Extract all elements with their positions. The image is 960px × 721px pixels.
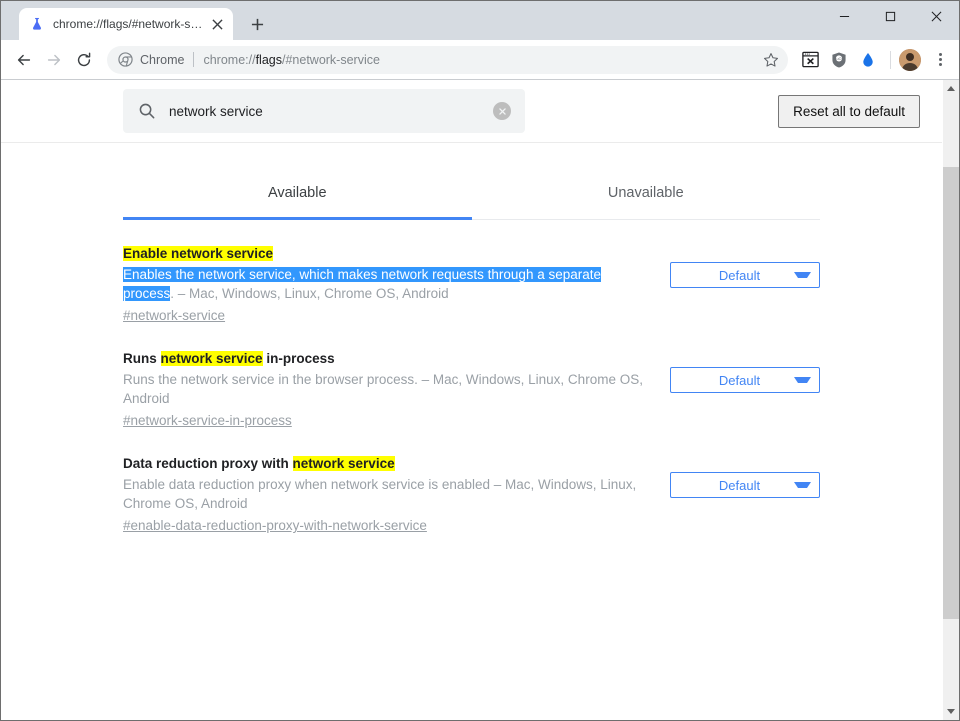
flag-description: Enables the network service, which makes… (123, 265, 648, 303)
scroll-down-button[interactable] (943, 703, 959, 720)
flag-permalink[interactable]: #enable-data-reduction-proxy-with-networ… (123, 516, 427, 535)
clear-search-icon[interactable] (493, 102, 511, 120)
menu-dot (939, 58, 942, 61)
browser-window: chrome://flags/#network-service (0, 0, 960, 721)
scrollbar-track[interactable] (943, 97, 959, 703)
browser-toolbar: Chrome chrome://flags/#network-service (1, 40, 959, 80)
flag-title-match: network service (161, 351, 263, 366)
back-button[interactable] (9, 45, 39, 75)
triangle-up-icon (947, 86, 955, 91)
url-text: chrome://flags/#network-service (203, 53, 758, 67)
flag-state-value: Default (671, 268, 794, 283)
search-input-value: network service (169, 104, 493, 119)
flag-state-select[interactable]: Default (670, 472, 820, 498)
flag-info: Runs network service in-process Runs the… (123, 349, 648, 430)
flags-tabs: Available Unavailable (123, 167, 820, 220)
reload-button[interactable] (69, 45, 99, 75)
browser-menu-button[interactable] (927, 47, 953, 73)
flag-state-value: Default (671, 373, 794, 388)
tab-strip: chrome://flags/#network-service (1, 1, 959, 40)
flag-select-wrap: Default (670, 244, 820, 288)
flag-description: Runs the network service in the browser … (123, 370, 648, 408)
flag-state-select[interactable]: Default (670, 262, 820, 288)
chrome-icon (117, 52, 133, 68)
active-tab-indicator (123, 217, 472, 220)
flag-info: Data reduction proxy with network servic… (123, 454, 648, 535)
close-icon[interactable] (209, 16, 225, 32)
scrollbar-thumb[interactable] (943, 167, 959, 619)
security-chip[interactable]: Chrome (117, 52, 184, 68)
flag-select-wrap: Default (670, 349, 820, 393)
flag-description-tail: Enable data reduction proxy when network… (123, 477, 505, 492)
flag-info: Enable network service Enables the netwo… (123, 244, 648, 325)
chevron-down-icon (794, 482, 811, 488)
security-chip-label: Chrome (140, 53, 184, 67)
close-button[interactable] (913, 1, 959, 32)
flag-permalink[interactable]: #network-service-in-process (123, 411, 292, 430)
flag-select-wrap: Default (670, 454, 820, 498)
reset-all-to-default-button[interactable]: Reset all to default (778, 95, 920, 128)
window-controls (821, 1, 959, 32)
omnibox-divider (193, 52, 194, 67)
tab-available[interactable]: Available (123, 167, 472, 219)
flags-page: network service Reset all to default Ava… (1, 80, 942, 720)
search-icon (137, 101, 157, 121)
svg-text:uO: uO (836, 57, 841, 61)
page-scrollbar[interactable] (942, 80, 959, 720)
page-viewport: network service Reset all to default Ava… (1, 80, 959, 720)
flag-title-match: network service (293, 456, 395, 471)
water-drop-icon[interactable] (855, 47, 881, 73)
flag-title-pre: Runs (123, 351, 161, 366)
flag-description-tail: Runs the network service in the browser … (123, 372, 433, 387)
menu-dot (939, 63, 942, 66)
flag-state-select[interactable]: Default (670, 367, 820, 393)
flag-row: Enable network service Enables the netwo… (123, 244, 820, 349)
scroll-up-button[interactable] (943, 80, 959, 97)
flag-title: Runs network service in-process (123, 349, 648, 368)
url-domain: flags (256, 53, 282, 67)
flag-title: Data reduction proxy with network servic… (123, 454, 648, 473)
chevron-down-icon (794, 377, 811, 383)
flag-description-tail: . – (170, 286, 189, 301)
window-close-extension-icon[interactable] (797, 47, 823, 73)
new-tab-button[interactable] (243, 10, 271, 38)
flag-title: Enable network service (123, 244, 648, 263)
address-bar[interactable]: Chrome chrome://flags/#network-service (107, 46, 788, 74)
search-input[interactable]: network service (123, 89, 525, 133)
flag-row: Runs network service in-process Runs the… (123, 349, 820, 454)
minimize-button[interactable] (821, 1, 867, 32)
flag-platforms: Mac, Windows, Linux, Chrome OS, Android (189, 286, 449, 301)
star-icon[interactable] (758, 47, 784, 73)
flag-title-match: Enable network service (123, 246, 273, 261)
flag-title-pre: Data reduction proxy with (123, 456, 293, 471)
menu-dot (939, 53, 942, 56)
toolbar-divider (890, 51, 891, 69)
maximize-button[interactable] (867, 1, 913, 32)
flag-state-value: Default (671, 478, 794, 493)
url-scheme: chrome:// (203, 53, 255, 67)
tab-title: chrome://flags/#network-service (53, 16, 205, 32)
triangle-down-icon (947, 709, 955, 714)
browser-tab[interactable]: chrome://flags/#network-service (19, 8, 233, 40)
avatar[interactable] (899, 49, 921, 71)
flags-list: Enable network service Enables the netwo… (123, 220, 820, 559)
tab-unavailable[interactable]: Unavailable (472, 167, 821, 219)
flag-row: Data reduction proxy with network servic… (123, 454, 820, 559)
url-path: /#network-service (282, 53, 380, 67)
flag-title-post: in-process (263, 351, 335, 366)
forward-button[interactable] (39, 45, 69, 75)
flags-header: network service Reset all to default (1, 80, 942, 143)
flag-description: Enable data reduction proxy when network… (123, 475, 648, 513)
chevron-down-icon (794, 272, 811, 278)
flag-permalink[interactable]: #network-service (123, 306, 225, 325)
ublock-origin-shield-icon[interactable]: uO (826, 47, 852, 73)
flask-icon (29, 16, 45, 32)
